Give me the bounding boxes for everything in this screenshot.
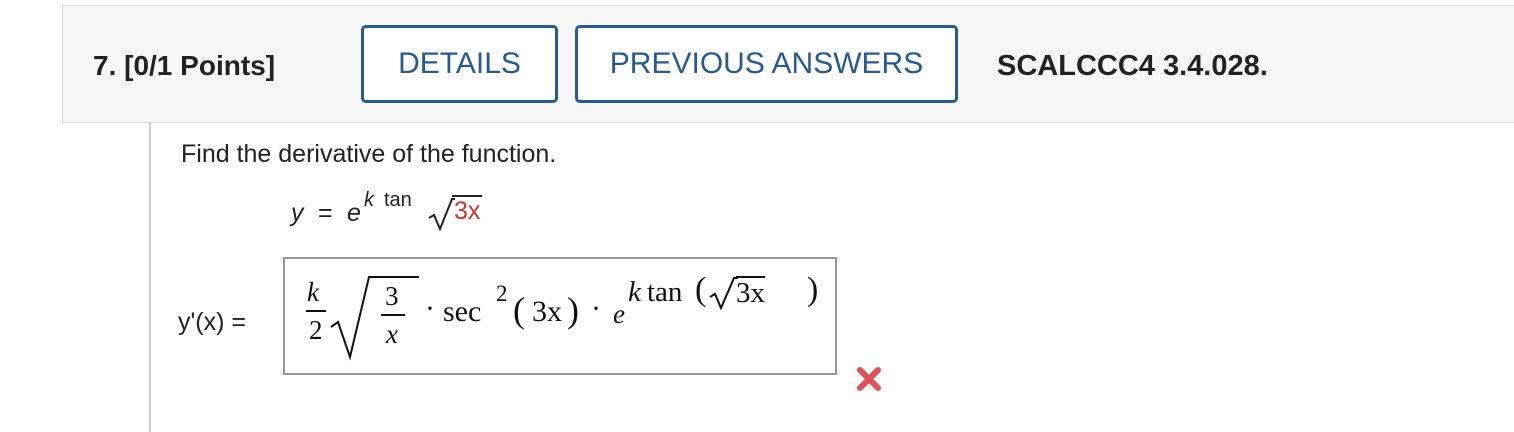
sec-argument: 3x [532,295,562,328]
sec-power: 2 [496,281,508,306]
question-id: SCALCCC4 3.4.028. [997,50,1268,82]
answer-label: y'(x) = [178,308,246,336]
exp-radicand: 3x [736,276,765,309]
exp-open-paren: ( [695,271,707,308]
coefficient-numerator: k [307,277,319,307]
question-left-rule [149,123,151,432]
sec-arg-close: ) [567,290,579,330]
question-number: 7. [0/1 Points] [93,50,276,81]
previous-answers-button[interactable]: PREVIOUS ANSWERS [575,25,958,103]
multiply-dot-2: · [591,292,601,325]
exp-tan: tan [647,276,683,308]
function-exponent-tan: tan [384,189,412,211]
exp-radical-icon [709,277,738,311]
sqrt-fraction-bar [381,314,405,316]
function-base: e [347,199,361,227]
coefficient-fraction-bar [306,310,326,312]
x-mark-icon [857,367,881,391]
question-header: 7. [0/1 Points] DETAILS PREVIOUS ANSWERS… [62,5,1514,123]
answer-field[interactable]: k 2 3 x · sec 2 ( 3x ) · e k tan ( 3x ) [283,257,837,375]
sqrt-radical-icon [330,276,419,361]
sqrt-numerator: 3 [385,281,399,311]
function-radicand: 3x [452,195,483,225]
radical-icon [428,198,455,232]
sqrt-denominator: x [386,319,398,349]
coefficient-denominator: 2 [309,315,323,345]
multiply-dot-1: · [425,292,435,325]
sec-arg-open: ( [513,290,525,330]
function-lhs: y [291,199,304,227]
exp-close-paren: ) [807,271,819,308]
details-button[interactable]: DETAILS [361,25,558,103]
sec-function: sec [443,295,482,328]
function-exponent-k: k [364,189,374,211]
function-equals: = [318,199,333,227]
exp-base: e [613,299,625,329]
exp-k: k [628,276,641,308]
question-prompt: Find the derivative of the function. [181,140,557,168]
